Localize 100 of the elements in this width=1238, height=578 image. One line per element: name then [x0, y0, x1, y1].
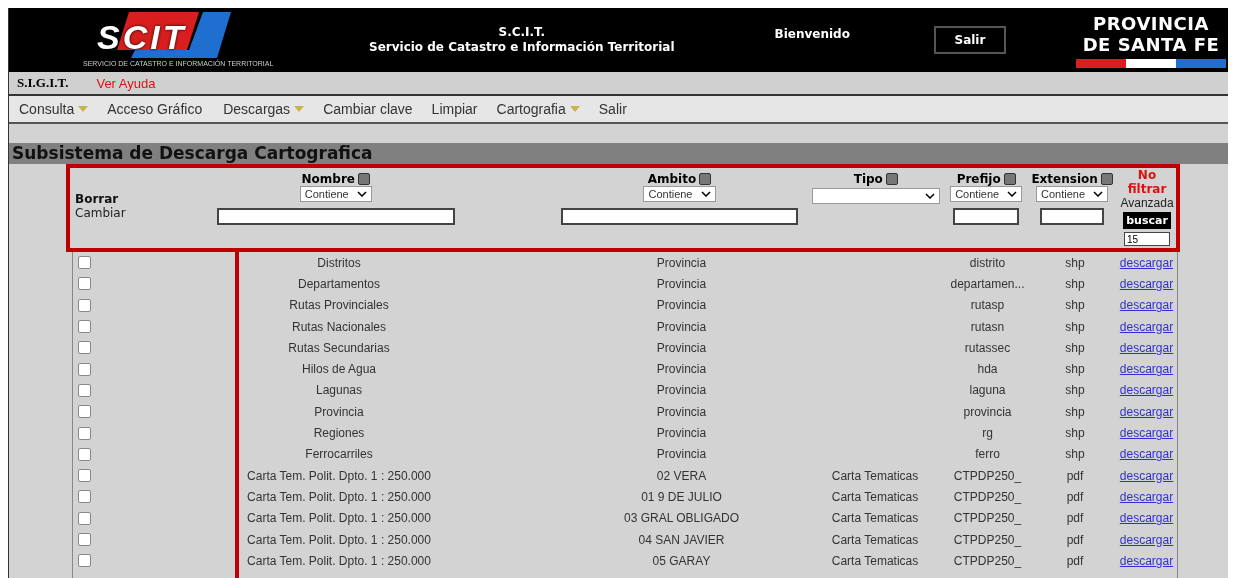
table-cell-text: rutassec [963, 340, 1012, 355]
row-checkbox[interactable] [78, 362, 91, 376]
row-checkbox[interactable] [78, 511, 91, 525]
menu-item[interactable]: Cambiar clave [323, 101, 413, 117]
row-checkbox[interactable] [78, 426, 91, 440]
row-checkbox[interactable] [78, 554, 91, 568]
welcome-text: Bienvenido [774, 27, 850, 41]
menu-item[interactable]: Acceso Gráfico [107, 101, 203, 117]
chevron-down-icon [356, 191, 367, 197]
table-cell-text: shp [1064, 319, 1086, 334]
row-checkbox[interactable] [78, 469, 91, 483]
table-cell-text: pdf [1065, 532, 1085, 547]
table-cell-text: Provincia [655, 426, 708, 440]
filter-checkbox[interactable] [357, 173, 370, 185]
table-cell-text: Provincia [655, 255, 708, 270]
table-cell-text: Provincia [655, 298, 708, 313]
row-checkbox[interactable] [78, 277, 91, 291]
caret-icon [78, 106, 89, 112]
help-link[interactable]: Ver Ayuda [96, 75, 156, 91]
filter-input[interactable] [216, 208, 455, 225]
table-cell: Carta Tematicas [831, 553, 919, 568]
logout-button[interactable]: Salir [933, 26, 1006, 54]
download-link[interactable]: descargar [1119, 340, 1174, 355]
column-label: Extension [1031, 172, 1098, 186]
row-checkbox[interactable] [78, 298, 91, 312]
operator-dropdown[interactable]: Contiene [299, 186, 372, 202]
table-cell-text: 03 GRAL OBLIGADO [623, 511, 740, 526]
province-logo-text: DE SANTA FE [1082, 33, 1220, 55]
row-checkbox[interactable] [78, 405, 91, 419]
table-cell: Carta Tematicas [831, 489, 919, 504]
table-cell-text: Carta Tem. Polit. Dpto. 1 : 250.000 [246, 468, 432, 483]
no-filter-link[interactable]: No filtrar [1118, 168, 1176, 196]
download-link[interactable]: descargar [1119, 362, 1174, 377]
table-cell-text: shp [1064, 255, 1086, 270]
table-cell-text: shp [1064, 276, 1086, 291]
site-subtitle: Servicio de Catastro e Información Territorial [369, 40, 675, 55]
filter-input[interactable] [560, 208, 799, 225]
download-link[interactable]: descargar [1119, 255, 1174, 270]
menu-item[interactable]: Descargas [223, 101, 305, 117]
row-checkbox[interactable] [78, 320, 91, 334]
table-cell-text: shp [1064, 426, 1086, 440]
menu-item[interactable]: Consulta [19, 101, 89, 117]
search-button[interactable]: buscar [1123, 212, 1171, 229]
table-cell-text: CTPDP250_ [952, 511, 1023, 526]
table-cell-text: shp [1064, 362, 1086, 377]
download-link[interactable]: descargar [1119, 276, 1174, 291]
filter-checkbox[interactable] [699, 173, 712, 185]
filter-checkbox[interactable] [1003, 173, 1016, 185]
change-link[interactable]: Cambiar [75, 206, 126, 220]
menu-item[interactable]: Limpiar [431, 101, 478, 117]
table-cell-text: CTPDP250_ [952, 468, 1023, 483]
row-checkbox[interactable] [78, 383, 91, 397]
clear-link[interactable]: Borrar [75, 192, 119, 206]
table-cell-text: Provincia [655, 447, 708, 462]
row-checkbox[interactable] [78, 490, 91, 504]
chevron-down-icon [924, 193, 935, 199]
row-checkbox[interactable] [78, 447, 91, 461]
download-link[interactable]: descargar [1119, 298, 1174, 313]
table-cell-text: shp [1064, 298, 1086, 313]
row-checkbox[interactable] [78, 256, 91, 270]
download-link[interactable]: descargar [1119, 383, 1174, 398]
filter-input[interactable] [1040, 208, 1105, 225]
download-link[interactable]: descargar [1119, 553, 1174, 568]
row-checkbox[interactable] [78, 533, 91, 546]
download-link[interactable]: descargar [1119, 511, 1174, 526]
table-cell-text: Distritos [316, 255, 362, 270]
table-cell-text: shp [1064, 447, 1086, 462]
operator-dropdown[interactable]: Contiene [950, 186, 1023, 202]
download-link[interactable]: descargar [1119, 447, 1174, 462]
download-link[interactable]: descargar [1119, 468, 1174, 483]
table-cell-text: Provincia [655, 340, 708, 355]
filter-checkbox[interactable] [1100, 173, 1113, 185]
table-cell-text: Provincia [655, 362, 708, 377]
table-cell-text: Carta Tem. Polit. Dpto. 1 : 250.000 [246, 532, 432, 547]
menu-item[interactable]: Salir [598, 101, 627, 117]
table-cell-text: Carta Tem. Polit. Dpto. 1 : 250.000 [246, 553, 432, 568]
table-cell-text: 01 9 DE JULIO [640, 489, 723, 504]
operator-dropdown[interactable]: Contiene [1036, 186, 1109, 202]
table-cell-text: shp [1064, 404, 1086, 419]
download-link[interactable]: descargar [1119, 532, 1174, 547]
chevron-down-icon [1007, 191, 1018, 197]
row-checkbox[interactable] [78, 341, 91, 355]
filter-checkbox[interactable] [885, 173, 898, 185]
page-title: Subsistema de Descarga Cartografica [9, 143, 1228, 164]
table-cell-text: shp [1064, 383, 1086, 398]
table-cell-text: pdf [1065, 468, 1085, 483]
page-size-field[interactable]: 15 [1124, 232, 1170, 246]
table-cell-text: Rutas Nacionales [290, 319, 388, 334]
download-link[interactable]: descargar [1119, 319, 1174, 334]
table-cell-text: 02 VERA [655, 468, 708, 483]
column-label: Prefijo [956, 172, 1001, 186]
download-link[interactable]: descargar [1119, 489, 1174, 504]
operator-dropdown[interactable]: Contiene [643, 186, 716, 202]
table-cell: Carta Tematicas [831, 511, 919, 526]
system-name: S.I.G.I.T. [17, 75, 69, 91]
filter-input[interactable] [953, 208, 1020, 225]
menu-item[interactable]: Cartografia [496, 101, 580, 117]
download-link[interactable]: descargar [1119, 426, 1174, 440]
table-cell-text: Carta Tem. Polit. Dpto. 1 : 250.000 [246, 511, 432, 526]
download-link[interactable]: descargar [1119, 404, 1174, 419]
